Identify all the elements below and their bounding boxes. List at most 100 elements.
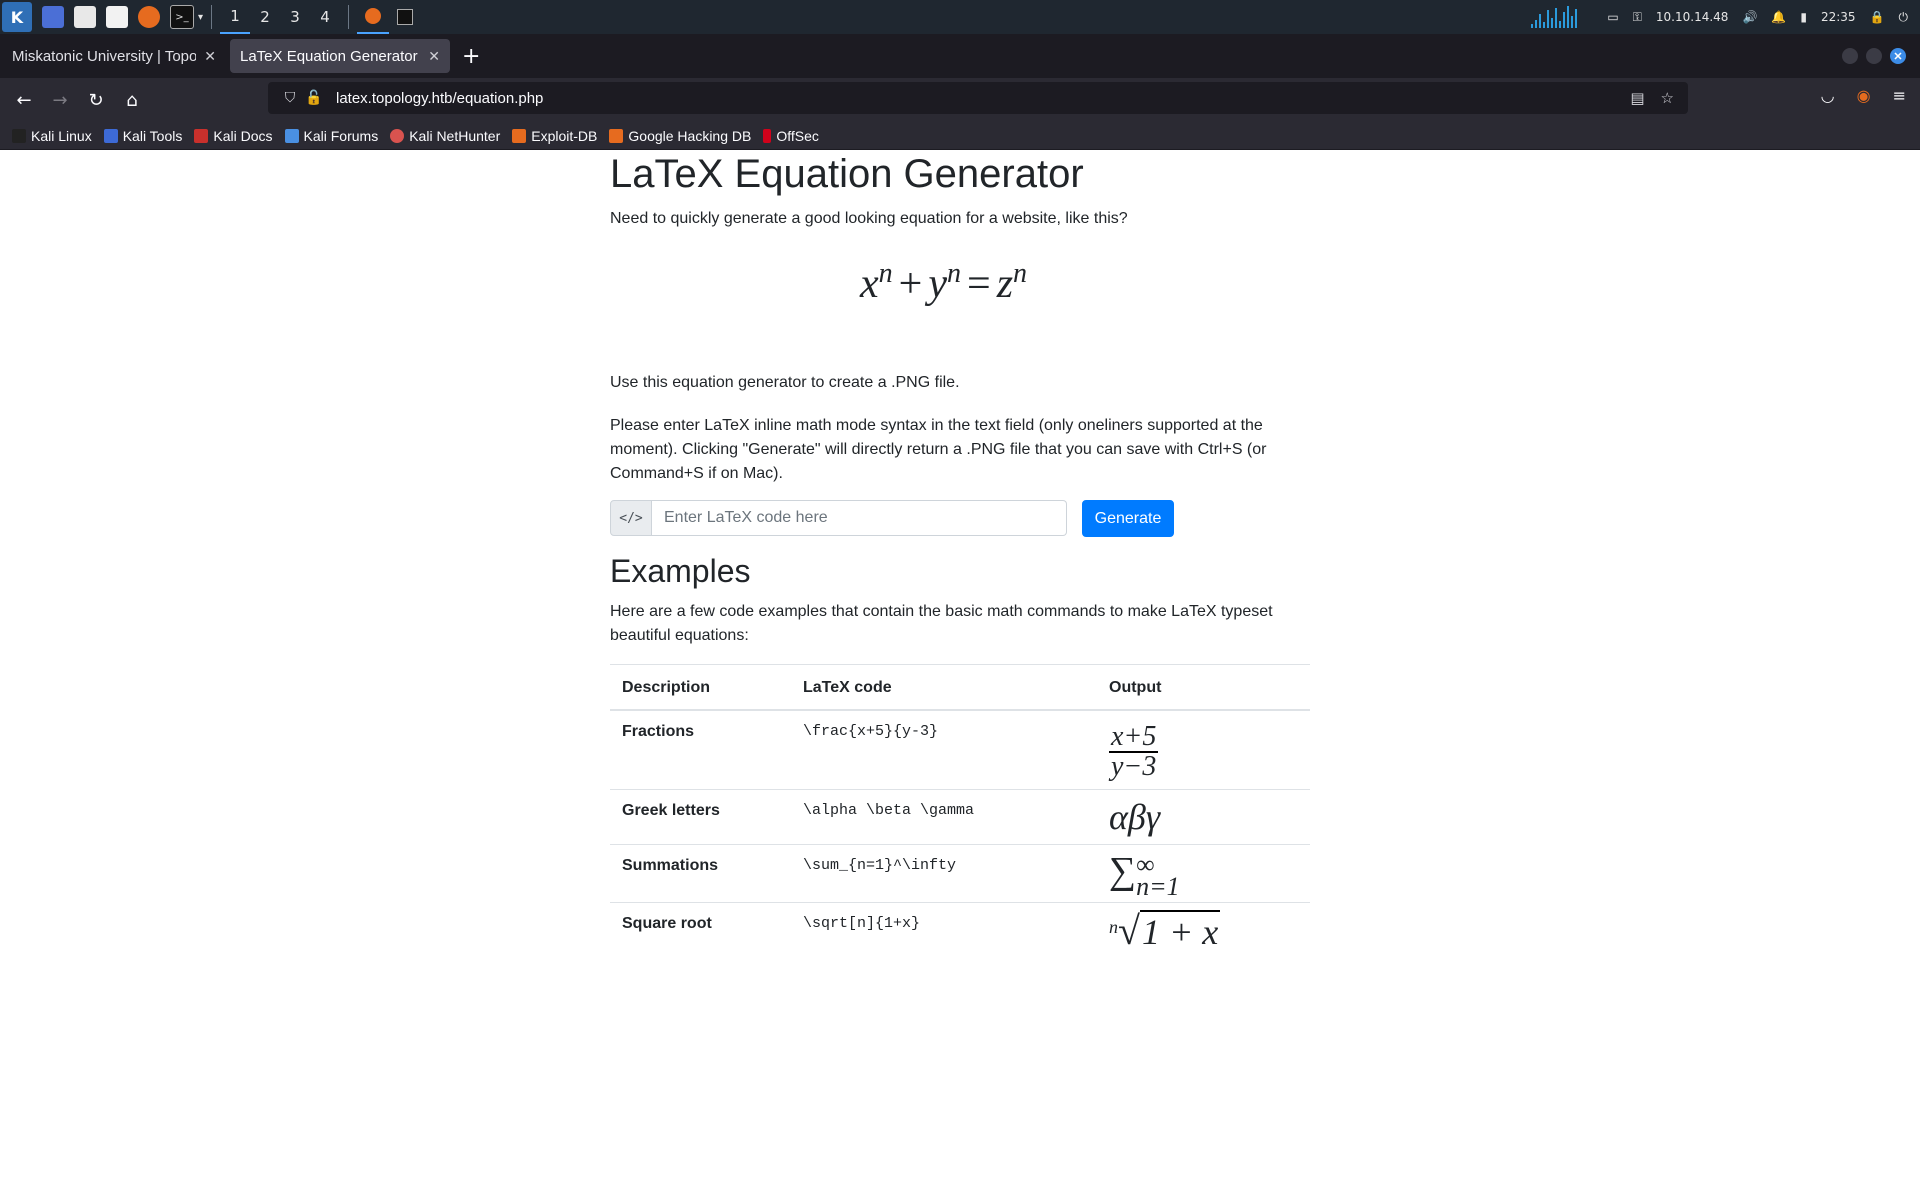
workspace-4[interactable]: 4 xyxy=(310,0,340,34)
tab-miskatonic[interactable]: Miskatonic University | Topology ✕ xyxy=(2,39,226,73)
terminal-icon xyxy=(397,9,414,25)
row-code: \frac{x+5}{y-3} xyxy=(791,709,1097,790)
latex-input[interactable] xyxy=(652,500,1067,536)
nav-toolbar-right: ◡ ◉ ≡ xyxy=(1821,86,1906,105)
eq-plus: + xyxy=(898,261,923,307)
bookmark-kali-docs[interactable]: Kali Docs xyxy=(194,127,273,144)
examples-heading: Examples xyxy=(610,553,751,589)
terminal-icon[interactable]: >_ xyxy=(170,5,194,29)
workspace-2[interactable]: 2 xyxy=(250,0,280,34)
bookmark-star-icon[interactable]: ☆ xyxy=(1661,89,1674,107)
task-firefox[interactable] xyxy=(357,0,390,34)
hamburger-menu-icon[interactable]: ≡ xyxy=(1893,86,1906,105)
row-description: Square root xyxy=(610,902,791,959)
sum-lower-limit: n=1 xyxy=(1136,872,1180,902)
workspace-1[interactable]: 1 xyxy=(220,0,251,34)
display-icon[interactable]: ▭ xyxy=(1607,10,1618,24)
maximize-button[interactable] xyxy=(1866,48,1882,64)
back-arrow-icon[interactable]: ← xyxy=(6,82,42,118)
url-bar-actions: ▤ ☆ xyxy=(1630,89,1674,107)
new-tab-plus-icon[interactable]: + xyxy=(462,44,480,69)
sqrt-index: n xyxy=(1109,917,1118,938)
kali-tools-icon xyxy=(103,128,118,143)
pocket-icon[interactable]: ◡ xyxy=(1821,86,1835,105)
reader-view-icon[interactable]: ▤ xyxy=(1630,89,1644,107)
page-content: LaTeX Equation Generator Need to quickly… xyxy=(0,150,1920,1200)
text-editor-icon[interactable] xyxy=(106,6,128,28)
battery-icon[interactable]: ▮ xyxy=(1800,10,1807,24)
bookmark-kali-forums[interactable]: Kali Forums xyxy=(284,127,379,144)
extension-icon[interactable]: ◉ xyxy=(1857,86,1871,105)
chevron-down-icon[interactable]: ▾ xyxy=(198,12,203,23)
table-row: Summations \sum_{n=1}^\infty ∑ ∞ n=1 xyxy=(610,843,1310,903)
row-output-summation: ∑ ∞ n=1 xyxy=(1097,843,1310,903)
table-row: Fractions \frac{x+5}{y-3} x+5 y−3 xyxy=(610,709,1310,790)
latex-input-group: </> xyxy=(610,500,1067,536)
row-code: \alpha \beta \gamma xyxy=(791,789,1097,845)
clock[interactable]: 22:35 xyxy=(1821,10,1856,24)
taskbar-left: K >_ ▾ 1 2 3 4 xyxy=(0,0,421,34)
tab-latex-generator[interactable]: LaTeX Equation Generator ✕ xyxy=(230,39,450,73)
eq-var-z: z xyxy=(996,261,1014,307)
ghdb-icon xyxy=(609,128,624,143)
col-description: Description xyxy=(610,664,791,711)
png-info-text: Use this equation generator to create a … xyxy=(610,374,960,391)
notification-bell-icon[interactable]: 🔔 xyxy=(1771,10,1786,24)
file-manager-icon[interactable] xyxy=(74,6,96,28)
lock-icon[interactable]: 🔒 xyxy=(1870,10,1885,24)
page-title: LaTeX Equation Generator xyxy=(610,152,1084,196)
bookmark-kali-tools[interactable]: Kali Tools xyxy=(103,127,183,144)
eq-exp: n xyxy=(1013,258,1028,289)
bookmarks-toolbar: Kali Linux Kali Tools Kali Docs Kali For… xyxy=(0,122,1920,150)
table-row: Greek letters \alpha \beta \gamma αβγ xyxy=(610,789,1310,845)
vpn-icon: ⚿ xyxy=(1632,9,1642,24)
eq-var-y: y xyxy=(928,261,947,307)
tab-title: LaTeX Equation Generator xyxy=(240,47,418,65)
eq-equals: = xyxy=(967,261,991,307)
row-description: Fractions xyxy=(610,709,791,790)
window-close-button[interactable]: ✕ xyxy=(1890,48,1906,64)
ip-address: 10.10.14.48 xyxy=(1655,10,1729,24)
table-row: Square root \sqrt[n]{1+x} n√1 + x xyxy=(610,902,1310,959)
fraction-denominator: y−3 xyxy=(1111,751,1157,782)
bookmark-label: Kali Tools xyxy=(122,127,183,144)
close-icon[interactable]: ✕ xyxy=(428,48,440,65)
bookmark-label: Kali Forums xyxy=(303,127,379,144)
bookmark-kali-nethunter[interactable]: Kali NetHunter xyxy=(390,128,500,144)
power-icon[interactable]: ⏻ xyxy=(1899,10,1909,25)
taskbar-right: ▭ ⚿ 10.10.14.48 🔊 🔔 ▮ 22:35 🔒 ⏻ xyxy=(1531,0,1920,34)
bookmark-kali-linux[interactable]: Kali Linux xyxy=(12,128,92,144)
url-text[interactable]: latex.topology.htb/equation.php xyxy=(336,90,543,107)
generate-button[interactable]: Generate xyxy=(1082,500,1174,537)
bookmark-offsec[interactable]: OffSec xyxy=(763,128,819,144)
reload-icon[interactable]: ↻ xyxy=(78,82,114,118)
bookmark-exploit-db[interactable]: Exploit-DB xyxy=(512,128,597,144)
code-icon: </> xyxy=(610,500,652,536)
volume-icon[interactable]: 🔊 xyxy=(1742,10,1757,24)
firefox-icon[interactable] xyxy=(138,6,160,28)
tab-title: Miskatonic University | Topology xyxy=(12,47,197,65)
url-bar[interactable]: ⛉ 🔓 latex.topology.htb/equation.php ▤ ☆ xyxy=(268,82,1688,114)
desktop-icon[interactable] xyxy=(42,6,64,28)
minimize-button[interactable] xyxy=(1842,48,1858,64)
kali-forums-icon xyxy=(284,128,299,143)
examples-intro: Here are a few code examples that contai… xyxy=(610,603,1273,644)
bookmark-google-hacking-db[interactable]: Google Hacking DB xyxy=(609,128,751,144)
shield-icon[interactable]: ⛉ xyxy=(280,90,300,106)
bookmark-label: Kali NetHunter xyxy=(409,127,501,144)
kali-menu-icon[interactable]: K xyxy=(2,2,32,32)
forward-arrow-icon[interactable]: → xyxy=(42,82,78,118)
close-icon[interactable]: ✕ xyxy=(204,48,216,65)
col-latex-code: LaTeX code xyxy=(791,664,1097,711)
instructions-text: Please enter LaTeX inline math mode synt… xyxy=(610,417,1267,482)
workspace-3[interactable]: 3 xyxy=(280,0,310,34)
sqrt-symbol: √ xyxy=(1118,908,1140,954)
bookmark-label: Kali Docs xyxy=(213,127,273,144)
intro-text: Need to quickly generate a good looking … xyxy=(610,210,1128,227)
offsec-icon xyxy=(763,128,772,143)
row-description: Summations xyxy=(610,843,791,903)
page-info-lock-icon[interactable]: 🔓 xyxy=(304,90,324,106)
home-icon[interactable]: ⌂ xyxy=(114,82,150,118)
task-terminal[interactable] xyxy=(389,0,421,34)
os-taskbar: K >_ ▾ 1 2 3 4 ▭ ⚿ 10.10.14.48 🔊 🔔 ▮ 22:… xyxy=(0,0,1920,34)
